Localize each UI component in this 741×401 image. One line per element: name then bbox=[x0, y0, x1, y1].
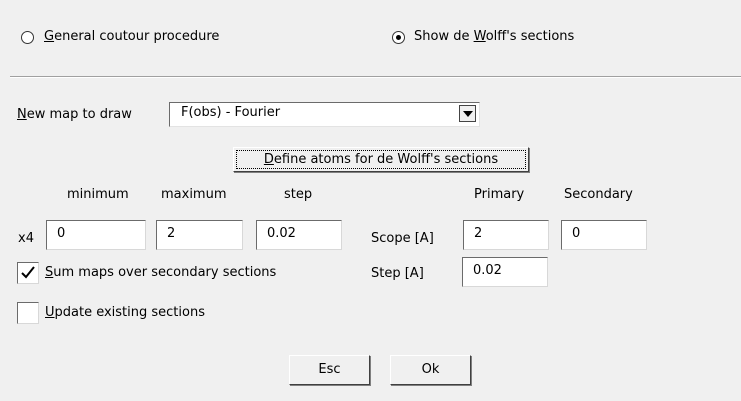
update-existing-text: pdate existing sections bbox=[54, 305, 205, 320]
scope-secondary-input[interactable]: 0 bbox=[561, 220, 647, 250]
mnemonic-d: D bbox=[263, 152, 274, 167]
mnemonic-w: W bbox=[473, 29, 486, 44]
define-atoms-text: efine atoms for de Wolff's sections bbox=[273, 152, 499, 167]
sum-maps-text: um maps over secondary sections bbox=[53, 265, 277, 280]
general-contour-text: eneral coutour procedure bbox=[54, 29, 220, 44]
chevron-down-icon bbox=[463, 111, 473, 117]
scope-label: Scope [A] bbox=[371, 231, 434, 246]
show-dewolff-radio[interactable] bbox=[392, 31, 405, 44]
step-label: Step [A] bbox=[371, 266, 424, 281]
x4-step-input[interactable]: 0.02 bbox=[256, 220, 342, 250]
checkmark-icon bbox=[21, 266, 35, 279]
step-value-input[interactable]: 0.02 bbox=[462, 257, 548, 287]
define-atoms-button[interactable]: Define atoms for de Wolff's sections bbox=[233, 147, 529, 172]
mnemonic-u: U bbox=[45, 305, 55, 320]
separator bbox=[10, 76, 741, 78]
step-header: step bbox=[284, 187, 313, 202]
secondary-header: Secondary bbox=[564, 187, 633, 202]
primary-header: Primary bbox=[474, 187, 525, 202]
sum-maps-label[interactable]: Sum maps over secondary sections bbox=[45, 265, 276, 280]
general-contour-label[interactable]: General coutour procedure bbox=[44, 29, 219, 44]
new-map-text: ew map to draw bbox=[26, 107, 132, 122]
new-map-label: New map to draw bbox=[17, 107, 132, 122]
x4-minimum-input[interactable]: 0 bbox=[46, 220, 146, 250]
map-type-select[interactable]: F(obs) - Fourier bbox=[169, 102, 480, 127]
update-existing-checkbox[interactable] bbox=[17, 302, 39, 324]
map-type-value: F(obs) - Fourier bbox=[181, 105, 281, 120]
x4-label: x4 bbox=[18, 231, 34, 246]
ok-button-label: Ok bbox=[421, 362, 440, 377]
esc-button[interactable]: Esc bbox=[289, 355, 370, 385]
sum-maps-checkbox[interactable] bbox=[17, 262, 39, 284]
show-dewolff-text-b: olff's sections bbox=[485, 29, 575, 44]
radio-selected-dot bbox=[396, 35, 401, 40]
minimum-header: minimum bbox=[67, 187, 129, 202]
mnemonic-g: G bbox=[44, 29, 55, 44]
esc-button-label: Esc bbox=[318, 362, 341, 377]
general-contour-radio[interactable] bbox=[21, 31, 34, 44]
x4-maximum-input[interactable]: 2 bbox=[156, 220, 243, 250]
show-dewolff-label[interactable]: Show de Wolff's sections bbox=[414, 29, 574, 44]
maximum-header: maximum bbox=[161, 187, 227, 202]
show-dewolff-text-a: Show de bbox=[414, 29, 474, 44]
mnemonic-n: N bbox=[17, 107, 27, 122]
scope-primary-input[interactable]: 2 bbox=[463, 220, 549, 250]
dropdown-arrow-button[interactable] bbox=[459, 105, 476, 122]
update-existing-label[interactable]: Update existing sections bbox=[45, 305, 205, 320]
ok-button[interactable]: Ok bbox=[390, 355, 471, 385]
